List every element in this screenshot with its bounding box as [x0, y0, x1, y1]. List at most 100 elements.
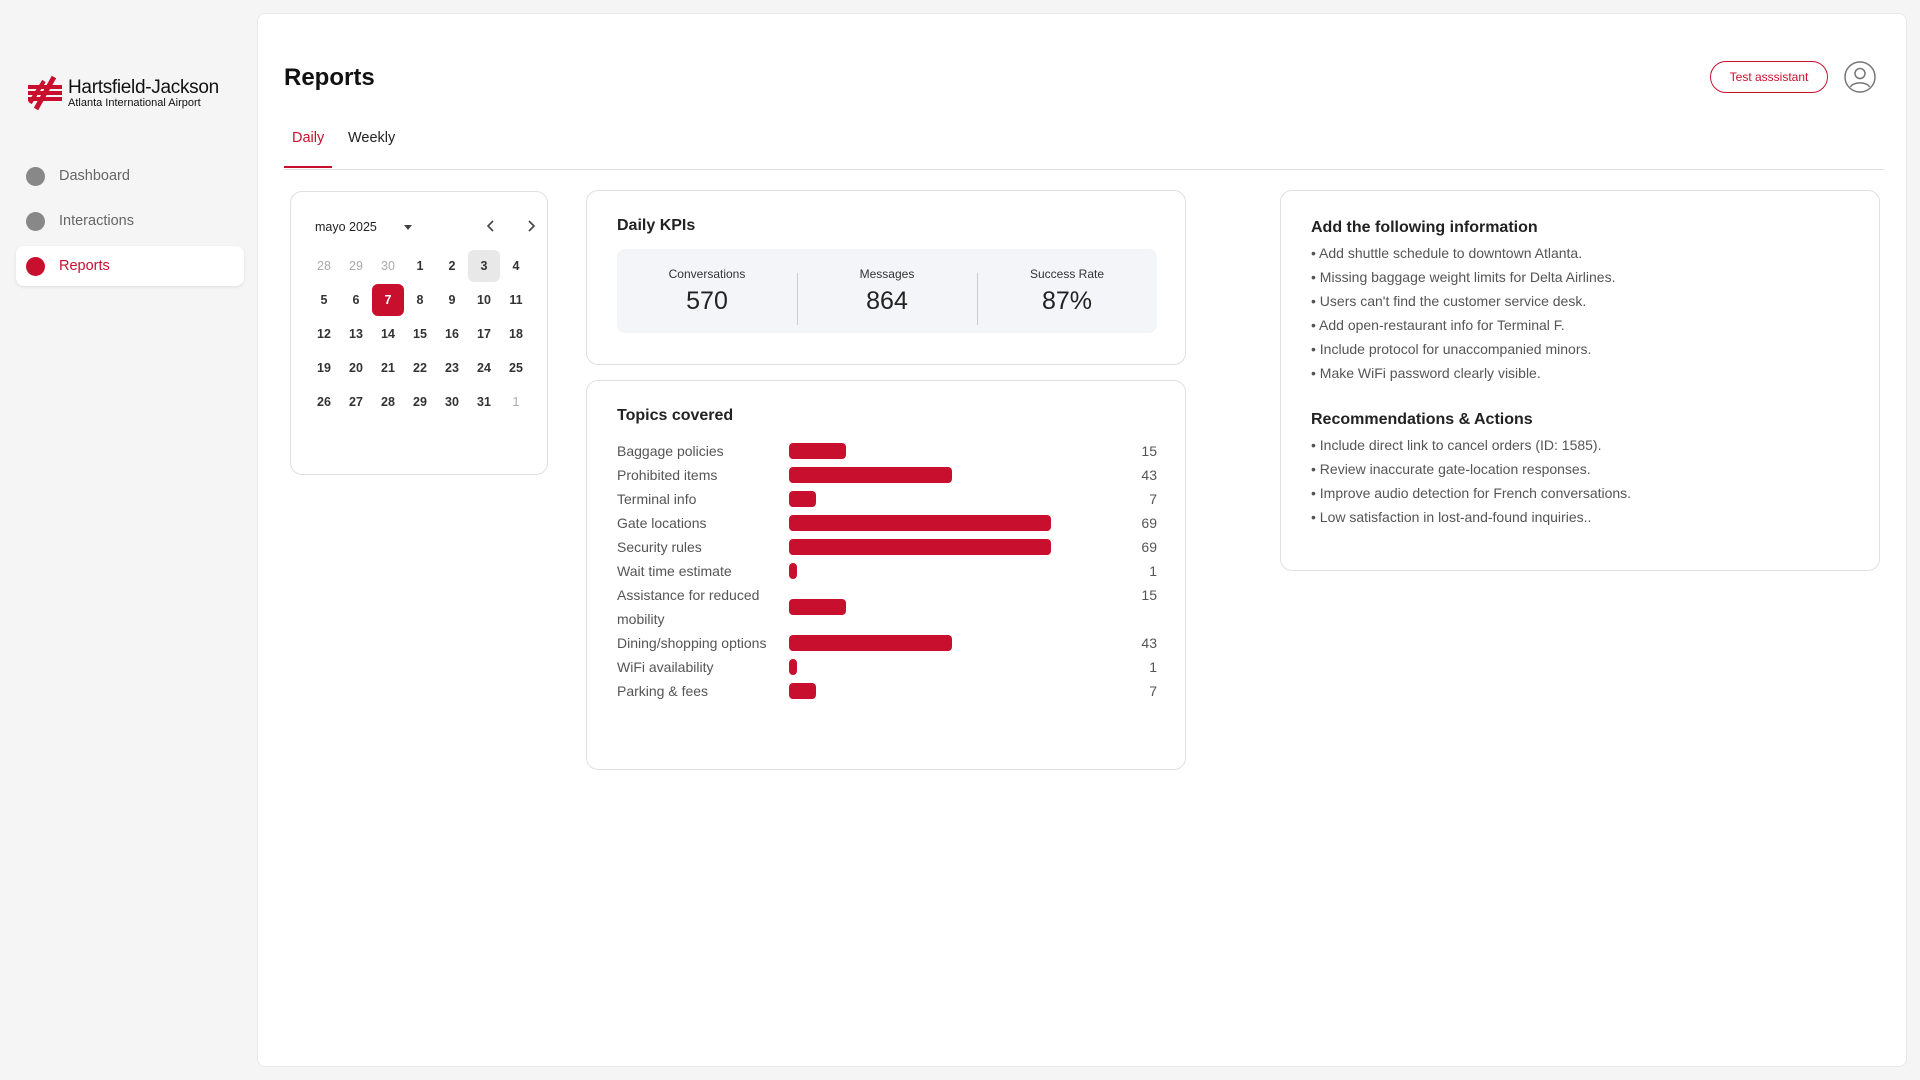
topic-label: Wait time estimate — [617, 563, 732, 579]
logo-subtitle: Atlanta International Airport — [68, 97, 201, 109]
chevron-left-icon[interactable] — [483, 218, 499, 234]
topic-row: WiFi availability 1 — [617, 655, 1157, 679]
info-list-item: • Include protocol for unaccompanied min… — [1311, 341, 1592, 357]
calendar-day[interactable]: 9 — [436, 284, 468, 316]
dashboard-dot-icon — [26, 166, 45, 186]
test-assistant-button[interactable]: Test asssistant — [1710, 61, 1828, 93]
calendar-day[interactable]: 14 — [372, 318, 404, 350]
calendar-day[interactable]: 27 — [340, 386, 372, 418]
calendar-day[interactable]: 18 — [500, 318, 532, 350]
topic-count: 69 — [1141, 539, 1157, 555]
calendar-day[interactable]: 16 — [436, 318, 468, 350]
tab-weekly[interactable]: Weekly — [340, 130, 403, 168]
topic-label: Prohibited items — [617, 467, 718, 483]
calendar-day[interactable]: 20 — [340, 352, 372, 384]
topic-count: 15 — [1141, 587, 1157, 603]
calendar-day[interactable]: 8 — [404, 284, 436, 316]
caret-down-icon[interactable] — [401, 220, 415, 234]
topic-bar — [789, 599, 846, 615]
tab-daily[interactable]: Daily — [284, 130, 333, 168]
kpi-label: Success Rate — [1029, 266, 1105, 281]
calendar-day[interactable]: 26 — [308, 386, 340, 418]
calendar-day[interactable]: 1 — [500, 386, 532, 418]
info-list-item: • Review inaccurate gate-location respon… — [1311, 461, 1591, 477]
kpi-box: Conversations 570 Messages 864 Success R… — [617, 249, 1157, 333]
sidebar-item-label: Dashboard — [59, 168, 130, 184]
calendar-day[interactable]: 28 — [372, 386, 404, 418]
info-list-item: • Add shuttle schedule to downtown Atlan… — [1311, 245, 1583, 261]
calendar-day-selected[interactable]: 7 — [372, 284, 404, 316]
calendar-day[interactable]: 28 — [308, 250, 340, 282]
calendar-day[interactable]: 11 — [500, 284, 532, 316]
tab-bar: Daily Weekly — [284, 120, 1884, 170]
info-list-item: • Low satisfaction in lost-and-found inq… — [1311, 509, 1592, 525]
calendar-day[interactable]: 29 — [340, 250, 372, 282]
daily-kpis-card: Daily KPIs Conversations 570 Messages 86… — [586, 190, 1186, 365]
calendar-day[interactable]: 23 — [436, 352, 468, 384]
topics-title: Topics covered — [617, 407, 734, 424]
calendar-day[interactable]: 29 — [404, 386, 436, 418]
calendar-day[interactable]: 30 — [436, 386, 468, 418]
sidebar-item-dashboard[interactable]: Dashboard — [16, 156, 244, 196]
topic-row: Terminal info 7 — [617, 487, 1157, 511]
topics-covered-card: Topics covered Baggage policies 15 Prohibi… — [586, 380, 1186, 770]
calendar-header: mayo 2025 — [315, 216, 536, 240]
topic-row: Security rules 69 — [617, 535, 1157, 559]
topic-label: Gate locations — [617, 515, 707, 531]
airport-logo-icon — [28, 75, 62, 111]
topic-label: Assistance for reduced mobility — [617, 587, 760, 627]
calendar-day[interactable]: 19 — [308, 352, 340, 384]
reports-dot-icon — [26, 256, 45, 276]
chevron-right-icon[interactable] — [523, 218, 539, 234]
kpi-value: 87% — [1041, 286, 1093, 315]
kpis-title: Daily KPIs — [617, 217, 696, 234]
calendar-day[interactable]: 1 — [404, 250, 436, 282]
kpi-label: Conversations — [668, 266, 746, 281]
information-card: Add the following information • Add shut… — [1280, 190, 1880, 571]
calendar-day[interactable]: 2 — [436, 250, 468, 282]
calendar-day[interactable]: 6 — [340, 284, 372, 316]
topic-label: WiFi availability — [617, 659, 714, 675]
calendar-day[interactable]: 5 — [308, 284, 340, 316]
topic-count: 1 — [1149, 563, 1157, 579]
topic-bar — [789, 467, 952, 483]
sidebar-item-reports[interactable]: Reports — [16, 246, 244, 286]
recommendations-title: Recommendations & Actions — [1311, 411, 1533, 428]
calendar-day[interactable]: 10 — [468, 284, 500, 316]
kpi-success-rate: Success Rate 87% — [977, 266, 1157, 325]
calendar-grid: 28 29 30 1 2 3 4 5 6 7 8 9 10 11 12 13 14 15 16 17 18 19 20 21 2… — [308, 250, 532, 420]
calendar-day[interactable]: 31 — [468, 386, 500, 418]
topic-count: 1 — [1149, 659, 1157, 675]
calendar-day[interactable]: 4 — [500, 250, 532, 282]
calendar-day[interactable]: 15 — [404, 318, 436, 350]
topic-count: 7 — [1149, 491, 1157, 507]
topic-bar — [789, 635, 952, 651]
calendar-month-label[interactable]: mayo 2025 — [315, 220, 377, 234]
calendar-day[interactable]: 17 — [468, 318, 500, 350]
calendar-day[interactable]: 12 — [308, 318, 340, 350]
airport-logo[interactable]: Hartsfield-Jackson Atlanta International… — [26, 73, 236, 113]
add-information-list: • Add shuttle schedule to downtown Atlan… — [1311, 241, 1851, 385]
calendar-day[interactable]: 3 — [468, 250, 500, 282]
topic-row: Baggage policies 15 — [617, 439, 1157, 463]
topic-label: Baggage policies — [617, 443, 724, 459]
topic-bar — [789, 659, 797, 675]
calendar-day[interactable]: 25 — [500, 352, 532, 384]
calendar-card: mayo 2025 28 29 30 1 2 3 4 5 6 7 8 9 10 11 12 13 14 15 16 1… — [290, 191, 548, 475]
calendar-day[interactable]: 30 — [372, 250, 404, 282]
sidebar-item-interactions[interactable]: Interactions — [16, 201, 244, 241]
topic-row: Wait time estimate 1 — [617, 559, 1157, 583]
calendar-day[interactable]: 21 — [372, 352, 404, 384]
calendar-day[interactable]: 13 — [340, 318, 372, 350]
topic-label: Dining/shopping options — [617, 635, 767, 651]
calendar-day[interactable]: 22 — [404, 352, 436, 384]
topic-row: Gate locations 69 — [617, 511, 1157, 535]
recommendations-list: • Include direct link to cancel orders (… — [1311, 433, 1851, 529]
topic-label: Terminal info — [617, 491, 697, 507]
calendar-day[interactable]: 24 — [468, 352, 500, 384]
topic-list: Baggage policies 15 Prohibited items 43 Term… — [617, 439, 1157, 703]
user-circle-icon[interactable] — [1844, 61, 1876, 93]
main-panel: Reports Test asssistant Daily Weekly may… — [257, 13, 1907, 1067]
add-information-section: Add the following information • Add shut… — [1311, 217, 1851, 385]
page-title: Reports — [284, 64, 375, 91]
